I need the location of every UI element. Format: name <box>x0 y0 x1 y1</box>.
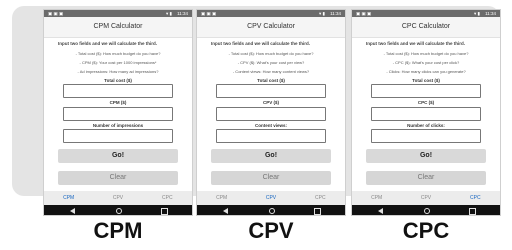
back-icon[interactable] <box>223 208 228 214</box>
signal-battery-icon: ▾ ▮ <box>166 11 172 16</box>
clicks-label: Number of clicks: <box>407 123 445 128</box>
notification-icons: ▣ ▣ ▣ <box>356 11 372 16</box>
go-button[interactable]: Go! <box>58 149 178 163</box>
tab-cpm[interactable]: CPM <box>352 191 401 205</box>
tab-cpv[interactable]: CPV <box>93 191 142 205</box>
status-time: 11:34 <box>330 11 341 16</box>
status-bar: ▣ ▣ ▣ ▾ ▮ 11:34 <box>352 10 500 17</box>
bottom-tabs: CPM CPV CPC <box>44 191 192 205</box>
tab-cpv[interactable]: CPV <box>401 191 450 205</box>
tab-cpc[interactable]: CPC <box>143 191 192 205</box>
android-nav-bar <box>197 205 345 215</box>
clear-button[interactable]: Clear <box>366 171 486 185</box>
total-cost-input[interactable] <box>216 84 326 98</box>
android-nav-bar <box>44 205 192 215</box>
impressions-input[interactable] <box>63 129 173 143</box>
hint-text: - Content views: How many content views? <box>232 69 310 74</box>
clicks-input[interactable] <box>371 129 481 143</box>
caption-cpc: CPC <box>402 218 450 243</box>
intro-text: Input two fields and we will calculate t… <box>211 41 311 46</box>
cpm-input[interactable] <box>63 107 173 121</box>
cpm-label: CPM ($) <box>109 100 127 105</box>
cpc-input[interactable] <box>371 107 481 121</box>
impressions-label: Number of impressions <box>92 123 144 128</box>
phone-screen-cpc: ▣ ▣ ▣ ▾ ▮ 11:34 CPC Calculator Input two… <box>351 9 501 216</box>
hint-text: - Total cost ($): How much budget do you… <box>75 51 161 56</box>
total-cost-input[interactable] <box>371 84 481 98</box>
status-time: 11:34 <box>177 11 188 16</box>
status-time: 11:34 <box>485 11 496 16</box>
hint-text: - Total cost ($): How much budget do you… <box>228 51 314 56</box>
hint-text: - CPM ($): Your cost per 1000 impression… <box>79 60 157 65</box>
content-views-input[interactable] <box>216 129 326 143</box>
caption-cpv: CPV <box>248 218 294 243</box>
total-cost-input[interactable] <box>63 84 173 98</box>
cpv-label: CPV ($) <box>262 100 279 105</box>
recent-apps-icon[interactable] <box>161 208 168 215</box>
total-cost-label: Total cost ($) <box>257 78 285 83</box>
content-views-label: Content views: <box>254 123 287 128</box>
tab-cpc[interactable]: CPC <box>296 191 345 205</box>
android-nav-bar <box>352 205 500 215</box>
hint-text: - Total cost ($): How much budget do you… <box>383 51 469 56</box>
home-icon[interactable] <box>116 208 122 214</box>
recent-apps-icon[interactable] <box>314 208 321 215</box>
tab-cpm[interactable]: CPM <box>197 191 246 205</box>
cpc-label: CPC ($) <box>417 100 435 105</box>
total-cost-label: Total cost ($) <box>412 78 440 83</box>
back-icon[interactable] <box>378 208 383 214</box>
go-button[interactable]: Go! <box>366 149 486 163</box>
go-button[interactable]: Go! <box>211 149 331 163</box>
notification-icons: ▣ ▣ ▣ <box>48 11 64 16</box>
tab-cpv[interactable]: CPV <box>246 191 295 205</box>
home-icon[interactable] <box>424 208 430 214</box>
tab-cpc[interactable]: CPC <box>451 191 500 205</box>
app-title: CPV Calculator <box>197 17 345 38</box>
status-bar: ▣ ▣ ▣ ▾ ▮ 11:34 <box>44 10 192 17</box>
clear-button[interactable]: Clear <box>211 171 331 185</box>
bottom-tabs: CPM CPV CPC <box>197 191 345 205</box>
intro-text: Input two fields and we will calculate t… <box>58 41 158 46</box>
phone-screen-cpv: ▣ ▣ ▣ ▾ ▮ 11:34 CPV Calculator Input two… <box>196 9 346 216</box>
status-bar: ▣ ▣ ▣ ▾ ▮ 11:34 <box>197 10 345 17</box>
app-title: CPC Calculator <box>352 17 500 38</box>
hint-text: - Clicks: How many clicks can you genera… <box>386 69 466 74</box>
hint-text: - Ad impressions: How many ad impression… <box>77 69 159 74</box>
tab-cpm[interactable]: CPM <box>44 191 93 205</box>
recent-apps-icon[interactable] <box>469 208 476 215</box>
phone-screen-cpm: ▣ ▣ ▣ ▾ ▮ 11:34 CPM Calculator Input two… <box>43 9 193 216</box>
notification-icons: ▣ ▣ ▣ <box>201 11 217 16</box>
bottom-tabs: CPM CPV CPC <box>352 191 500 205</box>
total-cost-label: Total cost ($) <box>104 78 132 83</box>
back-icon[interactable] <box>70 208 75 214</box>
intro-text: Input two fields and we will calculate t… <box>366 41 466 46</box>
signal-battery-icon: ▾ ▮ <box>319 11 325 16</box>
caption-cpm: CPM <box>93 218 143 243</box>
cpv-input[interactable] <box>216 107 326 121</box>
clear-button[interactable]: Clear <box>58 171 178 185</box>
hint-text: - CPV ($): What's your cost per view? <box>237 60 305 65</box>
app-title: CPM Calculator <box>44 17 192 38</box>
home-icon[interactable] <box>269 208 275 214</box>
hint-text: - CPC ($): What's your cost per click? <box>392 60 460 65</box>
signal-battery-icon: ▾ ▮ <box>474 11 480 16</box>
